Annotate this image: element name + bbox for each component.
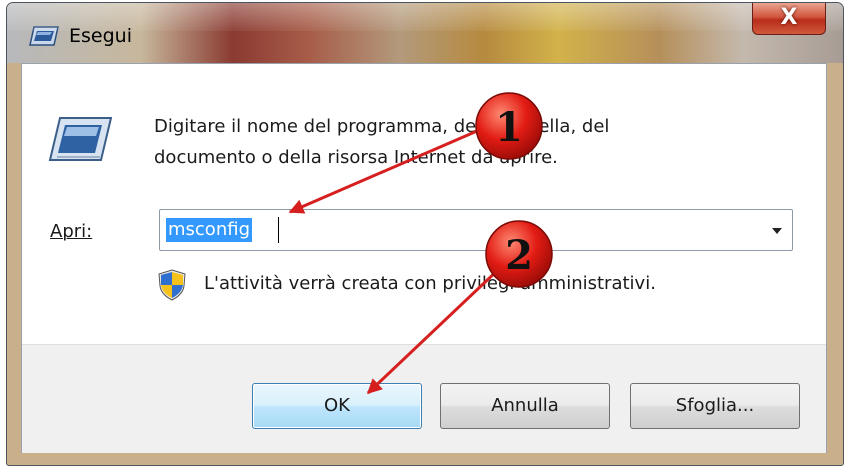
instructions-line-2: documento o della risorsa Internet da ap…: [154, 147, 558, 168]
cancel-button[interactable]: Annulla: [440, 383, 610, 429]
open-label: Apri:: [50, 221, 93, 242]
button-bar: OK Annulla Sfoglia...: [22, 344, 826, 453]
title-bar[interactable]: Esegui X: [7, 3, 843, 63]
dialog-body: Digitare il nome del programma, della ca…: [21, 63, 827, 453]
window-title: Esegui: [69, 25, 132, 47]
browse-button[interactable]: Sfoglia...: [630, 383, 800, 429]
run-dialog-window: Esegui X Digitare il nome del programma,…: [6, 2, 844, 466]
ok-button[interactable]: OK: [252, 383, 422, 429]
run-icon: [29, 26, 59, 46]
instructions-text: Digitare il nome del programma, della ca…: [154, 111, 734, 173]
admin-privileges-note: L'attività verrà creata con privilegi am…: [204, 273, 656, 294]
instructions-line-1: Digitare il nome del programma, della ca…: [154, 116, 610, 137]
uac-shield-icon: [158, 269, 186, 301]
close-icon: X: [780, 5, 798, 30]
open-combobox[interactable]: msconfig: [159, 209, 793, 251]
chevron-down-icon[interactable]: [772, 228, 782, 234]
text-caret: [278, 217, 279, 243]
run-icon: [48, 117, 112, 161]
open-input-value[interactable]: msconfig: [166, 218, 252, 242]
close-button[interactable]: X: [752, 3, 826, 35]
